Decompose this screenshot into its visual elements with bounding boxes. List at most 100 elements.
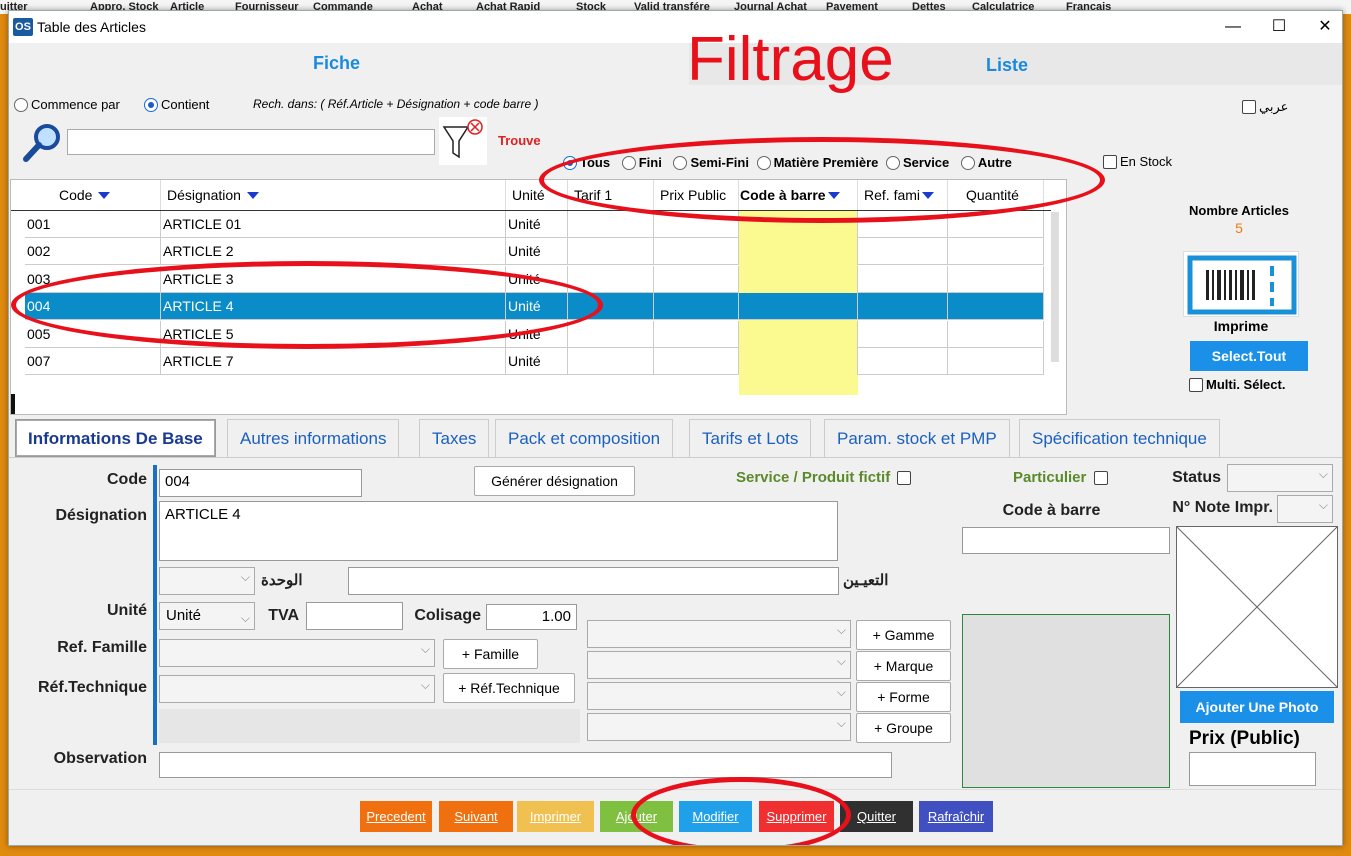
table-row[interactable]: 007 ARTICLE 7 Unité (25, 348, 1044, 375)
unite-select[interactable]: Unité (159, 602, 255, 631)
tab-autres-informations[interactable]: Autres informations (227, 419, 400, 457)
designation-field[interactable]: ARTICLE 4 (159, 501, 838, 561)
articles-grid[interactable]: Code Désignation Unité Tarif 1 Prix Publ… (10, 179, 1067, 415)
groupe-select[interactable] (587, 713, 851, 741)
column-header-quantite[interactable]: Quantité (948, 180, 1044, 210)
rafraichir-button[interactable]: Rafraîchir (919, 801, 993, 832)
form-empty-area (159, 709, 580, 743)
filter-service[interactable]: Service (886, 155, 949, 170)
table-cell (568, 293, 654, 321)
close-button[interactable]: ✕ (1302, 11, 1342, 43)
search-icon[interactable] (21, 121, 65, 165)
table-cell (948, 320, 1044, 348)
tab-param-stock-pmp[interactable]: Param. stock et PMP (824, 419, 1010, 457)
table-cell (739, 348, 858, 375)
arabic-checkbox[interactable]: عربي (1242, 99, 1288, 115)
taayin-label: التعيـين (843, 572, 889, 589)
status-select[interactable] (1227, 464, 1333, 492)
table-row[interactable]: 004 ARTICLE 4 Unité (25, 293, 1044, 321)
filter-tous[interactable]: Tous (563, 155, 610, 170)
minimize-button[interactable]: — (1210, 11, 1256, 43)
multi-select-checkbox[interactable]: Multi. Sélect. (1189, 377, 1285, 392)
column-header-tarif1[interactable]: Tarif 1 (568, 180, 654, 210)
grid-row-marker (11, 394, 15, 414)
table-cell: Unité (506, 293, 568, 321)
ajouter-button[interactable]: Ajouter (600, 801, 673, 832)
service-fictif-checkbox[interactable]: Service / Produit fictif (736, 469, 914, 486)
imprimer-button[interactable]: Imprimer (517, 801, 594, 832)
filter-fini[interactable]: Fini (621, 155, 662, 170)
quitter-button[interactable]: Quitter (840, 801, 913, 832)
table-cell (654, 320, 739, 348)
code-field[interactable]: 004 (159, 469, 362, 497)
suivant-button[interactable]: Suivant (439, 801, 513, 832)
table-cell (858, 211, 948, 238)
clear-filter-button[interactable] (439, 117, 487, 165)
ref-famille-select[interactable] (159, 639, 435, 667)
wahda-select[interactable] (159, 567, 255, 595)
taayin-field[interactable] (348, 567, 839, 595)
add-marque-button[interactable]: + Marque (856, 651, 951, 681)
code-barre-field[interactable] (962, 527, 1170, 554)
column-header-designation[interactable]: Désignation (161, 180, 506, 210)
add-ref-technique-button[interactable]: + Réf.Technique (443, 673, 575, 703)
table-cell (739, 238, 858, 266)
table-cell (948, 238, 1044, 266)
table-row[interactable]: 001 ARTICLE 01 Unité (25, 211, 1044, 238)
tab-tarifs-lots[interactable]: Tarifs et Lots (689, 419, 812, 457)
table-row[interactable]: 005 ARTICLE 5 Unité (25, 320, 1044, 348)
note-impr-select[interactable] (1277, 495, 1333, 523)
tva-field[interactable] (306, 602, 403, 630)
column-header-prix-public[interactable]: Prix Public (654, 180, 739, 210)
add-forme-button[interactable]: + Forme (856, 682, 951, 712)
modifier-button[interactable]: Modifier (679, 801, 752, 832)
tab-liste[interactable]: Liste (986, 55, 1028, 76)
prix-public-field[interactable] (1189, 752, 1316, 786)
particulier-checkbox[interactable]: Particulier (1013, 469, 1111, 486)
en-stock-checkbox[interactable]: En Stock (1103, 154, 1172, 169)
search-input[interactable] (67, 129, 435, 155)
filter-semi-fini[interactable]: Semi-Fini (673, 155, 749, 170)
gamme-select[interactable] (587, 620, 851, 648)
table-cell (654, 211, 739, 238)
table-cell (858, 320, 948, 348)
print-barcode-button[interactable] (1183, 251, 1299, 317)
tab-specification-technique[interactable]: Spécification technique (1019, 419, 1220, 457)
table-cell: ARTICLE 4 (161, 293, 506, 321)
filter-matiere-premiere[interactable]: Matière Première (756, 155, 878, 170)
select-all-button[interactable]: Select.Tout (1190, 341, 1308, 371)
column-header-ref-famille[interactable]: Ref. fami (858, 180, 948, 210)
ref-technique-select[interactable] (159, 675, 435, 703)
tab-fiche[interactable]: Fiche (313, 53, 360, 74)
checkbox-icon (1242, 100, 1256, 114)
tab-informations-de-base[interactable]: Informations De Base (15, 419, 216, 457)
checkbox-icon (1093, 471, 1108, 485)
supprimer-button[interactable]: Supprimer (759, 801, 834, 832)
marque-select[interactable] (587, 651, 851, 679)
add-groupe-button[interactable]: + Groupe (856, 713, 951, 743)
column-header-unite[interactable]: Unité (506, 180, 568, 210)
forme-select[interactable] (587, 682, 851, 710)
filter-autre[interactable]: Autre (960, 155, 1012, 170)
add-famille-button[interactable]: + Famille (443, 639, 538, 669)
table-cell: 005 (25, 320, 161, 348)
checkbox-icon (1189, 378, 1203, 392)
precedent-button[interactable]: Precedent (360, 801, 432, 832)
add-gamme-button[interactable]: + Gamme (856, 620, 951, 650)
table-row[interactable]: 002 ARTICLE 2 Unité (25, 238, 1044, 266)
column-header-code[interactable]: Code (25, 180, 161, 210)
generer-designation-button[interactable]: Générer désignation (474, 466, 635, 496)
radio-commence-par[interactable]: Commence par (14, 97, 120, 112)
colisage-field[interactable]: 1.00 (486, 604, 577, 630)
notes-box[interactable] (962, 614, 1170, 788)
radio-icon (14, 98, 28, 112)
grid-scrollbar[interactable] (1051, 212, 1059, 362)
maximize-button[interactable]: ☐ (1256, 11, 1302, 43)
tab-pack-composition[interactable]: Pack et composition (495, 419, 674, 457)
tab-taxes[interactable]: Taxes (419, 419, 490, 457)
add-photo-button[interactable]: Ajouter Une Photo (1180, 691, 1334, 723)
observation-field[interactable] (159, 752, 892, 778)
table-row[interactable]: 003 ARTICLE 3 Unité (25, 265, 1044, 293)
column-header-code-barre[interactable]: Code à barre (739, 180, 858, 210)
radio-contient[interactable]: Contient (144, 97, 209, 112)
